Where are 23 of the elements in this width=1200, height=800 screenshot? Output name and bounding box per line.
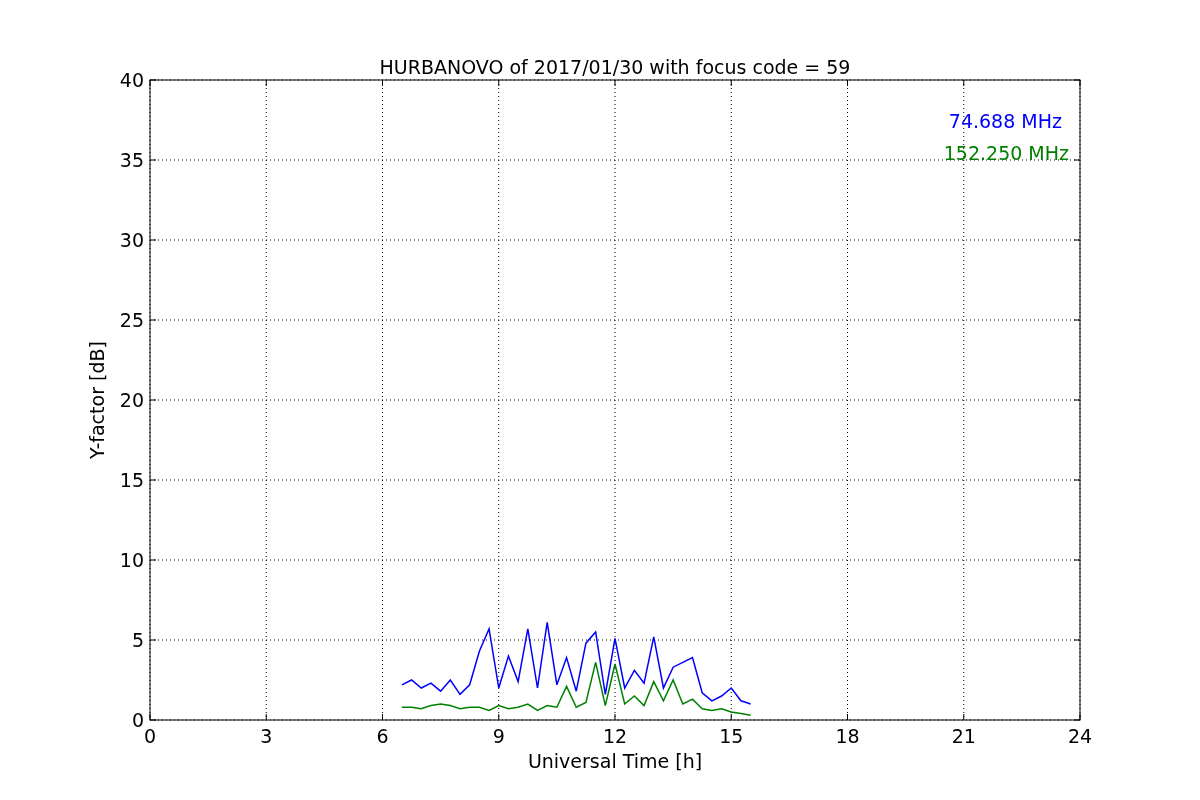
x-tick-label: 9 — [492, 725, 505, 747]
x-tick-label: 6 — [376, 725, 389, 747]
x-tick-label: 3 — [260, 725, 273, 747]
y-tick-label: 5 — [131, 629, 144, 651]
x-tick-label: 12 — [602, 725, 628, 747]
x-tick-label: 0 — [143, 725, 157, 747]
y-tick-label: 20 — [119, 389, 144, 411]
x-tick-label: 21 — [951, 725, 976, 747]
y-tick-label: 25 — [119, 309, 144, 331]
x-tick-label: 24 — [1067, 725, 1093, 747]
y-tick-label: 40 — [119, 69, 144, 91]
x-axis-label: Universal Time [h] — [527, 750, 703, 772]
y-tick-label: 15 — [119, 469, 144, 491]
legend-label: 74.688 MHz — [948, 110, 1062, 132]
y-tick-label: 35 — [119, 149, 144, 171]
x-tick-label: 18 — [835, 725, 860, 747]
x-tick-label: 15 — [719, 725, 744, 747]
chart-title: HURBANOVO of 2017/01/30 with focus code = 59 — [379, 56, 851, 78]
y-tick-label: 30 — [119, 229, 144, 251]
y-tick-label: 10 — [119, 549, 144, 571]
y-tick-label: 0 — [131, 709, 144, 731]
legend-label: 152.250 MHz — [943, 142, 1069, 164]
y-axis-label: Y-factor [dB] — [86, 341, 108, 459]
